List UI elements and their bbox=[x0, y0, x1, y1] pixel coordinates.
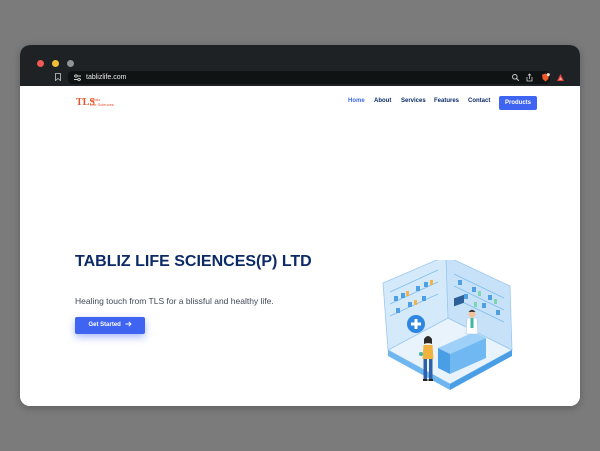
pharmacy-illustration bbox=[382, 260, 513, 390]
site-logo[interactable]: TLS Tabliz Life Sciences bbox=[76, 97, 116, 111]
zoom-icon[interactable] bbox=[511, 73, 520, 82]
nav-link-features[interactable]: Features bbox=[434, 98, 459, 104]
nav-link-contact[interactable]: Contact bbox=[468, 98, 490, 104]
get-started-button[interactable]: Get Started bbox=[75, 317, 145, 334]
close-window-button[interactable] bbox=[37, 60, 44, 67]
web-page: TLS Tabliz Life Sciences Home About Serv… bbox=[20, 86, 580, 406]
browser-chrome: tablizlife.com bbox=[20, 45, 580, 86]
rewards-icon[interactable] bbox=[556, 73, 565, 82]
url-text[interactable]: tablizlife.com bbox=[86, 72, 126, 83]
site-settings-icon[interactable] bbox=[73, 73, 82, 82]
browser-window: tablizlife.com TLS Tabliz Life Sciences … bbox=[20, 45, 580, 406]
arrow-right-icon bbox=[125, 320, 132, 327]
brave-shield-icon[interactable] bbox=[541, 73, 550, 82]
get-started-label: Get Started bbox=[88, 322, 121, 328]
address-bar[interactable]: tablizlife.com bbox=[68, 71, 564, 84]
nav-link-home[interactable]: Home bbox=[348, 98, 365, 104]
maximize-window-button[interactable] bbox=[67, 60, 74, 67]
hero-subtitle: Healing touch from TLS for a blissful an… bbox=[75, 296, 274, 306]
bookmark-icon[interactable] bbox=[55, 73, 61, 81]
share-icon[interactable] bbox=[525, 73, 534, 82]
minimize-window-button[interactable] bbox=[52, 60, 59, 67]
hero-title: TABLIZ LIFE SCIENCES(P) LTD bbox=[75, 253, 312, 270]
products-button[interactable]: Products bbox=[499, 96, 537, 110]
nav-link-services[interactable]: Services bbox=[401, 98, 426, 104]
nav-link-about[interactable]: About bbox=[374, 98, 391, 104]
logo-name-line2: Life Sciences bbox=[90, 102, 114, 107]
